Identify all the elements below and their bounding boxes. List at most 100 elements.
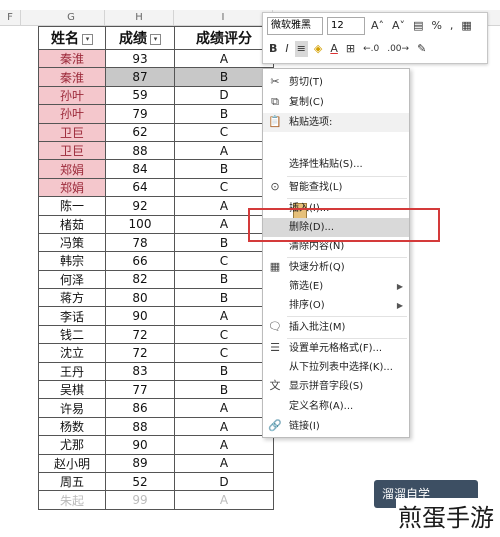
percent-button[interactable]: % xyxy=(429,18,443,34)
cell-name[interactable]: 蒋方 xyxy=(38,288,106,308)
cell-name[interactable]: 秦淮 xyxy=(38,67,106,87)
cell-name[interactable]: 陈一 xyxy=(38,196,106,216)
menu-item-sort[interactable]: 排序(O) ▶ xyxy=(263,296,409,315)
cell-name[interactable]: 杨数 xyxy=(38,416,106,437)
increase-decimal-button[interactable]: ←.0 xyxy=(361,41,381,57)
cell-grade[interactable]: A xyxy=(174,306,274,326)
cell-grade[interactable]: A xyxy=(174,416,274,437)
cell-grade[interactable]: C xyxy=(174,324,274,345)
brush-icon[interactable]: ✎ xyxy=(415,41,428,57)
cell-grade[interactable]: A xyxy=(174,490,274,510)
cell-name[interactable]: 钱二 xyxy=(38,324,106,345)
menu-item-paste-special[interactable]: 选择性粘贴(S)... xyxy=(263,155,409,174)
cell-name[interactable]: 郑娟 xyxy=(38,159,106,179)
cell-score[interactable]: 72 xyxy=(105,324,175,345)
cell-grade[interactable]: C xyxy=(174,251,274,271)
cell-grade[interactable]: A xyxy=(174,435,274,455)
cell-score[interactable]: 64 xyxy=(105,177,175,198)
borders-icon[interactable]: ⊞ xyxy=(344,41,357,57)
cell-score[interactable]: 52 xyxy=(105,471,175,492)
filter-dropdown-icon[interactable]: ▾ xyxy=(82,33,93,45)
cell-name[interactable]: 周五 xyxy=(38,471,106,492)
cell-score[interactable]: 89 xyxy=(105,453,175,473)
cell-name[interactable]: 李话 xyxy=(38,306,106,326)
menu-item-format-cells[interactable]: ☰ 设置单元格格式(F)... xyxy=(263,339,409,358)
accounting-format-icon[interactable]: ▤ xyxy=(411,18,425,34)
cell-grade[interactable]: A xyxy=(174,140,274,161)
menu-item-cut[interactable]: ✂ 剪切(T) xyxy=(263,73,409,92)
menu-item-filter[interactable]: 筛选(E) ▶ xyxy=(263,277,409,296)
menu-item-smart-lookup[interactable]: ⊙ 智能查找(L) xyxy=(263,178,409,197)
cell-name[interactable]: 冯策 xyxy=(38,232,106,253)
cell-grade[interactable]: A xyxy=(174,48,274,69)
menu-item-define-name[interactable]: 定义名称(A)... xyxy=(263,397,409,416)
cell-grade[interactable]: A xyxy=(174,398,274,418)
cell-name[interactable]: 韩宗 xyxy=(38,251,106,271)
menu-item-quick-analysis[interactable]: ▦ 快速分析(Q) xyxy=(263,258,409,277)
cell-name[interactable]: 许易 xyxy=(38,398,106,418)
grow-font-button[interactable]: A˄ xyxy=(369,18,386,34)
cell-name[interactable]: 吴棋 xyxy=(38,380,106,400)
column-header-g[interactable]: G xyxy=(38,10,105,25)
column-header-h[interactable]: H xyxy=(105,10,174,25)
cell-grade[interactable]: C xyxy=(174,122,274,142)
cell-grade[interactable]: B xyxy=(174,380,274,400)
cell-score[interactable]: 78 xyxy=(105,232,175,253)
cell-score[interactable]: 62 xyxy=(105,122,175,142)
cell-grade[interactable]: B xyxy=(174,159,274,179)
cell-score[interactable]: 59 xyxy=(105,85,175,106)
filter-dropdown-icon[interactable]: ▾ xyxy=(150,33,161,45)
cell-grade[interactable]: B xyxy=(174,361,274,382)
cell-score[interactable]: 82 xyxy=(105,269,175,290)
cell-score[interactable]: 79 xyxy=(105,104,175,124)
cell-grade[interactable]: B xyxy=(174,269,274,290)
cell-score[interactable]: 92 xyxy=(105,196,175,216)
cell-score[interactable]: 99 xyxy=(105,490,175,510)
cell-score[interactable]: 80 xyxy=(105,288,175,308)
cell-name[interactable]: 何泽 xyxy=(38,269,106,290)
menu-item-copy[interactable]: ⧉ 复制(C) xyxy=(263,93,409,112)
cell-grade[interactable]: C xyxy=(174,343,274,363)
font-size-select[interactable]: 12 xyxy=(327,17,365,35)
font-color-button[interactable]: A xyxy=(328,41,340,57)
italic-button[interactable]: I xyxy=(283,41,290,57)
menu-item-pick-from-list[interactable]: 从下拉列表中选择(K)... xyxy=(263,358,409,377)
font-name-select[interactable]: 微软雅黑 xyxy=(267,17,323,35)
header-name[interactable]: 姓名 ▾ xyxy=(38,26,106,50)
column-header-f[interactable]: F xyxy=(0,10,21,25)
cell-score[interactable]: 90 xyxy=(105,306,175,326)
cell-score[interactable]: 88 xyxy=(105,140,175,161)
cell-grade[interactable]: D xyxy=(174,471,274,492)
cell-name[interactable]: 王丹 xyxy=(38,361,106,382)
cell-score[interactable]: 93 xyxy=(105,48,175,69)
decrease-decimal-button[interactable]: .00→ xyxy=(385,41,411,57)
cell-grade[interactable]: D xyxy=(174,85,274,106)
cell-grade[interactable]: B xyxy=(174,288,274,308)
align-center-icon[interactable]: ≡ xyxy=(294,41,308,57)
cell-score[interactable]: 88 xyxy=(105,416,175,437)
cell-name[interactable]: 沈立 xyxy=(38,343,106,363)
cell-name[interactable]: 卫巨 xyxy=(38,140,106,161)
cell-score[interactable]: 86 xyxy=(105,398,175,418)
header-score[interactable]: 成绩 ▾ xyxy=(105,26,175,50)
cell-score[interactable]: 66 xyxy=(105,251,175,271)
cell-name[interactable]: 赵小明 xyxy=(38,453,106,473)
cell-score[interactable]: 90 xyxy=(105,435,175,455)
format-painter-icon[interactable]: ▦ xyxy=(459,18,473,34)
cell-score[interactable]: 87 xyxy=(105,67,175,87)
bold-button[interactable]: B xyxy=(267,41,279,57)
cell-name[interactable]: 孙叶 xyxy=(38,85,106,106)
cell-grade[interactable]: C xyxy=(174,177,274,198)
cell-grade[interactable]: B xyxy=(174,104,274,124)
cell-name[interactable]: 楮茹 xyxy=(38,214,106,234)
cell-name[interactable]: 朱起 xyxy=(38,490,106,510)
cell-score[interactable]: 84 xyxy=(105,159,175,179)
cell-name[interactable]: 孙叶 xyxy=(38,104,106,124)
cell-score[interactable]: 83 xyxy=(105,361,175,382)
menu-item-link[interactable]: 🔗 链接(I) xyxy=(263,417,409,436)
cell-score[interactable]: 77 xyxy=(105,380,175,400)
header-grade[interactable]: 成绩评分 xyxy=(174,26,274,50)
menu-item-insert-comment[interactable]: 🗨 插入批注(M) xyxy=(263,318,409,337)
cell-name[interactable]: 尤那 xyxy=(38,435,106,455)
cell-name[interactable]: 秦淮 xyxy=(38,48,106,69)
